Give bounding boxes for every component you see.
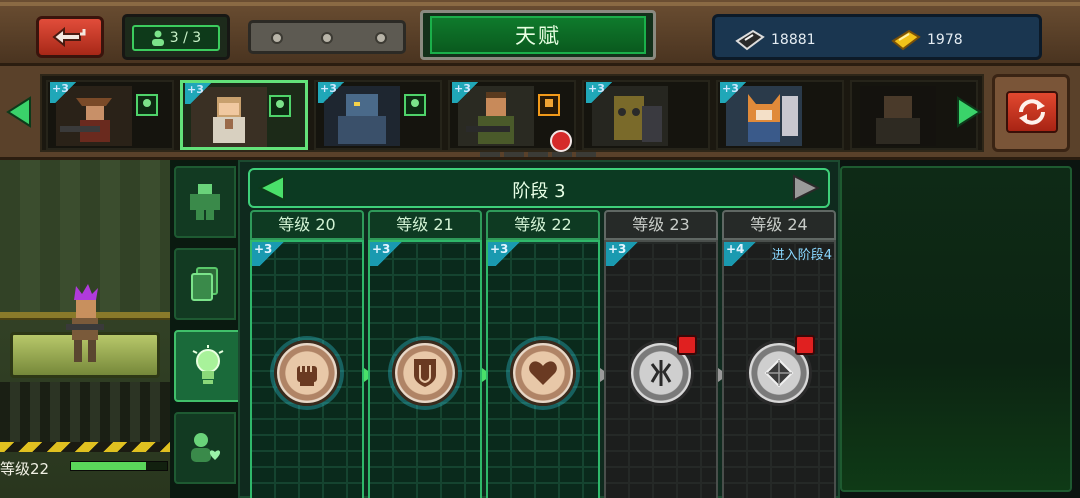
talent-column-locked[interactable]: +4 进入阶段4 [722,240,836,498]
talent-panel: 阶段 3 等级 20 +3 等级 21 +3 等级 22 +3 等级 23 +3… [238,160,840,498]
talent-node[interactable] [510,340,576,406]
lock-icon [677,335,697,355]
rivet-icon [375,32,387,44]
tab-bond[interactable] [174,412,236,484]
upgrade-plus-badge: +3 [318,82,349,103]
level-header-locked: 等级 24 [722,210,836,240]
talent-column[interactable]: +3 [486,240,600,498]
level-header: 等级 22 [486,210,600,240]
top-bar: 3 / 3 天赋 18881 1978 [0,0,1080,66]
enter-stage-label: 进入阶段4 [771,248,832,263]
diamond-amount: 18881 [771,32,816,48]
role-badge-icon [404,94,426,116]
talent-column[interactable]: +3 [368,240,482,498]
scroll-right-icon[interactable] [956,96,984,128]
diamond-currency[interactable]: 18881 [735,29,816,51]
armor-icon [190,184,220,220]
hero-sprite [66,284,104,362]
rivet-icon [271,32,283,44]
talent-plus-badge: +3 [488,242,523,266]
role-badge-icon [538,94,560,116]
hero-level-label: 等级22 [0,460,50,478]
pager-indicator [480,152,596,157]
triangle-right-icon [793,174,821,202]
lightbulb-icon [192,345,224,384]
decorative-plate [248,20,406,54]
claw-icon [650,360,672,386]
upgrade-plus-badge: +3 [50,82,81,103]
stage-selector: 阶段 3 [248,168,830,208]
page-title-box: 天赋 [420,10,656,60]
role-badge-icon [136,94,158,116]
hero-level-progress [70,461,168,471]
cards-icon [191,267,218,301]
talent-detail-pane [840,166,1072,492]
tab-armor[interactable] [174,166,236,238]
swap-hero-button[interactable] [992,74,1070,152]
upgrade-plus-badge: +3 [185,83,216,104]
talent-node[interactable] [274,340,340,406]
back-arrow-icon [52,26,86,48]
level-header: 等级 21 [368,210,482,240]
hero-list: +3 +3 +3 +3 +3 +3 [40,74,984,152]
gem-icon [764,358,794,388]
side-tab-bar [170,160,242,498]
talent-plus-badge: +3 [606,242,641,266]
refresh-icon [1019,99,1045,125]
tab-cards[interactable] [174,248,236,320]
hero-preview: 等级22 [0,160,170,498]
person-heart-icon [191,433,221,462]
hazard-stripe [0,442,170,452]
gold-bar-icon [891,29,921,51]
hero-card-selected[interactable]: +3 [180,80,308,150]
shield-icon [414,359,436,387]
talent-node[interactable] [392,340,458,406]
ingot-dark-icon [735,29,765,51]
tab-talent[interactable] [174,330,242,402]
talent-node-locked[interactable] [628,335,697,406]
hero-card[interactable]: +3 [46,80,174,150]
squad-count: 3 / 3 [132,25,220,51]
talent-column[interactable]: +3 [250,240,364,498]
upgrade-plus-badge: +3 [586,82,617,103]
currency-panel: 18881 1978 [712,14,1042,60]
upgrade-plus-badge: +3 [720,82,751,103]
hero-level-progress-fill [71,462,146,470]
level-header-locked: 等级 23 [604,210,718,240]
hero-strip: +3 +3 +3 +3 +3 +3 [0,66,1080,160]
stage-label: 阶段 3 [512,181,566,202]
level-header: 等级 20 [250,210,364,240]
alert-marker-icon [550,130,572,152]
fist-icon [297,366,317,386]
scroll-left-icon[interactable] [4,96,32,128]
platform-base [0,382,170,442]
dark-brute-portrait [860,86,936,146]
lock-icon [795,335,815,355]
stage-next-button[interactable] [790,174,824,202]
talent-node-locked[interactable] [746,335,815,406]
talent-plus-badge: +4 [724,242,759,266]
rivet-icon [321,32,333,44]
upgrade-plus-badge: +3 [452,82,483,103]
squad-count-text: 3 / 3 [169,30,202,46]
hero-card[interactable]: +3 [314,80,442,150]
talent-column-locked[interactable]: +3 [604,240,718,498]
squad-count-panel[interactable]: 3 / 3 [122,14,230,60]
hero-card[interactable]: +3 [582,80,710,150]
talent-plus-badge: +3 [370,242,405,266]
talent-plus-badge: +3 [252,242,287,266]
person-icon [151,30,164,46]
gold-currency[interactable]: 1978 [891,29,963,51]
gold-amount: 1978 [927,32,963,48]
back-button[interactable] [36,16,104,58]
hero-card[interactable]: +3 [716,80,844,150]
page-title: 天赋 [515,24,561,48]
role-badge-icon [269,95,291,117]
heart-icon [529,361,557,385]
